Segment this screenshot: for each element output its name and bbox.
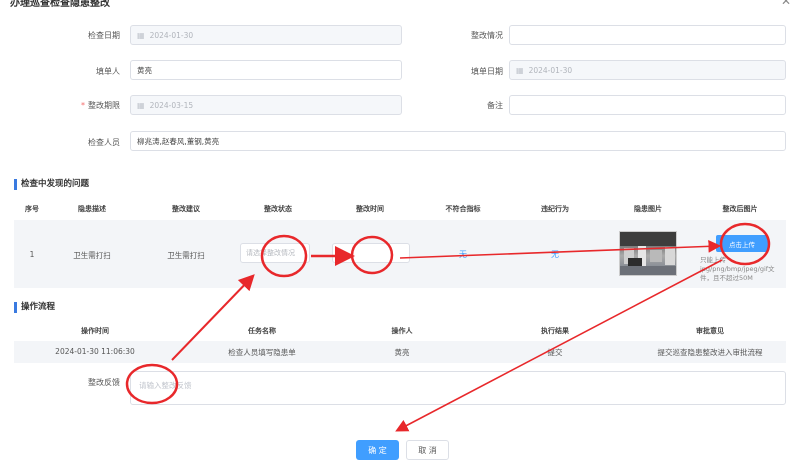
calendar-icon: ▦ bbox=[516, 65, 524, 75]
col-header: 不符合指标 bbox=[445, 205, 481, 213]
col-header: 整改建议 bbox=[172, 205, 200, 213]
col-header: 隐患描述 bbox=[78, 205, 106, 213]
process-operator: 黄亮 bbox=[394, 348, 410, 357]
col-header: 操作人 bbox=[391, 327, 413, 335]
process-time: 2024-01-30 11:06:30 bbox=[55, 347, 135, 356]
report-date-label: 填单日期 bbox=[471, 67, 503, 76]
check-date-input: ▦ 2024-01-30 bbox=[130, 25, 402, 45]
process-result: 提交 bbox=[547, 348, 563, 357]
col-header: 违纪行为 bbox=[541, 205, 569, 213]
rect-status-label: 整改情况 bbox=[471, 31, 503, 40]
issue-description: 卫生需打扫 bbox=[73, 251, 111, 260]
process-section-title: 操作流程 bbox=[14, 302, 55, 313]
issue-indicator: 无 bbox=[459, 250, 467, 259]
feedback-textarea[interactable]: 请输入整改反馈 bbox=[130, 371, 786, 405]
close-icon[interactable]: ✕ bbox=[781, 0, 791, 8]
rect-status-input[interactable] bbox=[509, 25, 786, 45]
deadline-input: ▦ 2024-03-15 bbox=[130, 95, 402, 115]
issue-suggestion: 卫生需打扫 bbox=[167, 251, 205, 260]
reporter-input[interactable]: 黄亮 bbox=[130, 60, 402, 80]
dialog-title: 办理巡查检查隐患整改 bbox=[10, 0, 110, 9]
upload-button[interactable]: 点击上传 bbox=[716, 235, 768, 252]
upload-hint: 只能上传jpg/png/bmp/jpeg/gif文件，且不超过50M bbox=[700, 256, 775, 282]
report-date-input: ▦ 2024-01-30 bbox=[509, 60, 786, 80]
remark-label: 备注 bbox=[487, 101, 503, 110]
reporter-label: 填单人 bbox=[96, 67, 120, 76]
process-task: 检查人员填写隐患单 bbox=[228, 348, 296, 357]
calendar-icon: ▦ bbox=[137, 30, 145, 40]
process-opinion: 提交巡查隐患整改进入审批流程 bbox=[657, 348, 763, 357]
cancel-button[interactable]: 取 消 bbox=[406, 440, 449, 460]
confirm-button[interactable]: 确 定 bbox=[356, 440, 399, 460]
hazard-image[interactable] bbox=[619, 231, 677, 276]
feedback-label: 整改反馈 bbox=[88, 378, 120, 387]
remark-input[interactable] bbox=[509, 95, 786, 115]
inspectors-input[interactable]: 柳兆涛,赵春风,董钢,黄亮 bbox=[130, 131, 786, 151]
col-header: 审批意见 bbox=[696, 327, 724, 335]
col-header: 序号 bbox=[25, 205, 39, 213]
col-header: 任务名称 bbox=[248, 327, 276, 335]
col-header: 执行结果 bbox=[541, 327, 569, 335]
col-header: 操作时间 bbox=[81, 327, 109, 335]
col-header: 隐患图片 bbox=[634, 205, 662, 213]
check-date-label: 检查日期 bbox=[88, 31, 120, 40]
col-header: 整改后图片 bbox=[722, 205, 758, 213]
issue-index: 1 bbox=[29, 250, 35, 259]
issues-section-title: 检查中发现的问题 bbox=[14, 179, 89, 190]
deadline-label: * 整改期限 bbox=[81, 101, 120, 110]
calendar-icon: ▦ bbox=[137, 100, 145, 110]
issue-violation: 无 bbox=[551, 250, 559, 259]
inspectors-label: 检查人员 bbox=[88, 138, 120, 147]
hazard-photo-icon bbox=[620, 232, 676, 275]
col-header: 整改时间 bbox=[356, 205, 384, 213]
issue-time-input[interactable] bbox=[332, 243, 410, 263]
issue-status-select[interactable]: 请选择整改情况 bbox=[240, 243, 310, 263]
col-header: 整改状态 bbox=[264, 205, 292, 213]
